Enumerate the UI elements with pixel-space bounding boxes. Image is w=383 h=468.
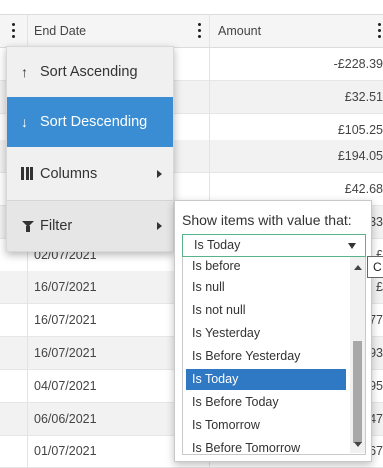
arrow-up-icon: ↑ [21,64,28,80]
filter-option-selected[interactable]: Is Today [186,369,346,390]
chevron-down-icon[interactable] [348,243,356,249]
filter-option[interactable]: Is Tomorrow [186,415,346,436]
filter-option[interactable]: Is Before Tomorrow [186,438,346,454]
filter-operator-value: Is Today [194,238,241,252]
end-date-cell: 16/07/2021 [34,313,97,327]
grid-header: End Date Amount [0,14,383,48]
chevron-right-icon [157,222,162,230]
column-context-menu: ↑ Sort Ascending ↓ Sort Descending Colum… [6,46,174,252]
menu-filter[interactable]: Filter [7,201,173,251]
menu-item-label: Filter [40,218,73,234]
end-date-cell: 06/06/2021 [34,412,97,426]
filter-option[interactable]: Is Before Yesterday [186,346,346,367]
tooltip: C [367,256,383,278]
filter-option[interactable]: Is Before Today [186,392,346,413]
amount-menu-icon[interactable] [378,23,382,39]
end-date-cell: 16/07/2021 [34,346,97,360]
menu-sort-ascending[interactable]: ↑ Sort Ascending [7,47,173,97]
column-menu-icon[interactable] [12,23,16,39]
filter-option[interactable]: Is before [186,257,346,277]
filter-operator-select[interactable]: Is Today [182,234,366,257]
arrow-down-icon: ↓ [21,114,28,130]
menu-item-label: Sort Descending [40,114,148,130]
filter-option[interactable]: Is Yesterday [186,323,346,344]
scroll-down-icon[interactable] [354,442,362,447]
menu-sort-descending[interactable]: ↓ Sort Descending [7,97,173,147]
amount-cell: -£228.39 [333,57,383,71]
menu-columns[interactable]: Columns [7,149,173,199]
filter-operator-list[interactable]: Is before Is null Is not null Is Yesterd… [182,257,366,455]
end-date-cell: 01/07/2021 [34,444,97,458]
menu-item-label: Sort Ascending [40,64,138,80]
end-date-menu-icon[interactable] [198,23,202,39]
end-date-cell: 16/07/2021 [34,280,97,294]
scroll-up-icon[interactable] [354,265,362,270]
header-amount[interactable]: Amount [218,15,261,47]
filter-icon-stem [26,226,30,232]
chevron-right-icon [157,170,162,178]
filter-option[interactable]: Is null [186,277,346,298]
filter-option[interactable]: Is not null [186,300,346,321]
end-date-cell: 04/07/2021 [34,379,97,393]
filter-panel: Show items with value that: Is Today Is … [174,200,372,462]
scroll-thumb[interactable] [353,341,362,443]
menu-item-label: Columns [40,166,98,182]
amount-cell: £194.05 [337,149,383,163]
filter-prompt: Show items with value that: [182,212,352,228]
grid-top-strip [0,0,383,14]
header-end-date[interactable]: End Date [34,15,86,47]
amount-cell: £32.51 [344,90,383,104]
columns-icon [21,167,33,180]
filter-list-scrollbar[interactable] [350,257,365,453]
